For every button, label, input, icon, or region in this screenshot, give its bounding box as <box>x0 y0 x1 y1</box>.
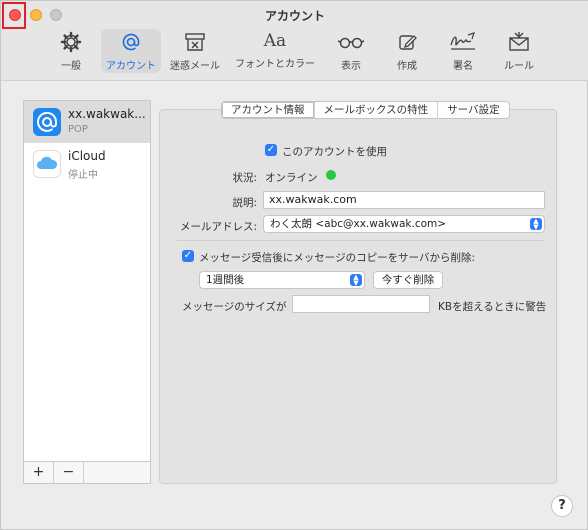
window-title: アカウント <box>264 9 325 23</box>
toolbar-fonts[interactable]: Aa フォントとカラー <box>231 29 319 73</box>
account-name: iCloud <box>68 149 106 163</box>
gear-icon <box>49 31 93 55</box>
account-name: xx.wakwak... <box>68 107 146 121</box>
help-button[interactable]: ? <box>551 495 573 517</box>
junk-icon <box>167 31 223 55</box>
at-icon <box>101 31 161 55</box>
settings-tabs: アカウント情報 メールボックスの特性 サーバ設定 <box>221 101 510 119</box>
remove-copy-checkbox[interactable]: ✓ <box>182 250 194 262</box>
toolbar-viewing[interactable]: 表示 <box>329 29 373 73</box>
font-icon: Aa <box>263 31 287 51</box>
toolbar-rules-label: ルール <box>504 61 534 72</box>
at-mail-icon <box>33 108 61 136</box>
preferences-window: アカウント 一般 アカウント 迷惑メール Aa フォントとカラー 表示 作成 署… <box>0 0 588 530</box>
remove-now-button[interactable]: 今すぐ削除 <box>373 271 443 289</box>
status-value: オンライン <box>265 172 318 184</box>
description-field[interactable]: xx.wakwak.com <box>263 191 545 209</box>
account-list: xx.wakwak... POP iCloud 停止中 + − <box>23 100 151 484</box>
add-account-button[interactable]: + <box>24 462 54 483</box>
popup-arrows-icon: ▲ ▼ <box>530 218 542 231</box>
toolbar-viewing-label: 表示 <box>341 61 361 72</box>
enable-account-checkbox[interactable]: ✓ <box>265 144 277 156</box>
status-label: 状況: <box>232 172 257 184</box>
remove-account-button[interactable]: − <box>54 462 84 483</box>
tab-server-settings[interactable]: サーバ設定 <box>438 102 509 118</box>
toolbar-general-label: 一般 <box>61 61 81 72</box>
toolbar-accounts[interactable]: アカウント <box>101 29 161 73</box>
tab-mailbox-behaviors[interactable]: メールボックスの特性 <box>314 102 439 118</box>
popup-arrows-icon: ▲ ▼ <box>350 274 362 287</box>
toolbar-signatures[interactable]: 署名 <box>439 29 487 73</box>
compose-icon <box>385 31 429 55</box>
description-label: 説明: <box>232 197 257 209</box>
account-type: POP <box>68 124 88 135</box>
account-item-wakwak[interactable]: xx.wakwak... POP <box>24 101 150 143</box>
account-list-footer: + − <box>24 461 150 483</box>
remove-after-value: 1週間後 <box>206 274 245 286</box>
divider <box>177 240 545 241</box>
toolbar-signatures-label: 署名 <box>453 61 473 72</box>
toolbar-accounts-label: アカウント <box>106 61 156 72</box>
toolbar-composing[interactable]: 作成 <box>385 29 429 73</box>
toolbar-junk[interactable]: 迷惑メール <box>167 29 223 73</box>
titlebar: アカウント 一般 アカウント 迷惑メール Aa フォントとカラー 表示 作成 署… <box>1 1 588 81</box>
message-size-field[interactable] <box>292 295 430 313</box>
rules-icon <box>495 31 543 55</box>
online-status-dot <box>326 170 336 180</box>
enable-account-label: このアカウントを使用 <box>282 146 387 158</box>
toolbar-junk-label: 迷惑メール <box>170 61 220 72</box>
email-address-popup[interactable]: わく太朗 <abc@xx.wakwak.com> ▲ ▼ <box>263 215 545 233</box>
tab-account-info[interactable]: アカウント情報 <box>222 102 315 118</box>
remove-after-popup[interactable]: 1週間後 ▲ ▼ <box>199 271 365 289</box>
account-item-icloud[interactable]: iCloud 停止中 <box>24 143 150 185</box>
toolbar-composing-label: 作成 <box>397 61 417 72</box>
message-size-label: メッセージのサイズが <box>182 301 287 313</box>
toolbar-fonts-label: フォントとカラー <box>235 59 315 70</box>
toolbar-rules[interactable]: ルール <box>495 29 543 73</box>
signature-icon <box>439 31 487 55</box>
email-address-value: わく太朗 <abc@xx.wakwak.com> <box>270 218 447 230</box>
toolbar-general[interactable]: 一般 <box>49 29 93 73</box>
icloud-icon <box>33 150 61 178</box>
message-size-suffix: KBを超えるときに警告 <box>438 301 547 313</box>
account-status: 停止中 <box>68 170 98 181</box>
email-address-label: メールアドレス: <box>179 221 257 233</box>
glasses-icon <box>329 31 373 55</box>
remove-copy-label: メッセージ受信後にメッセージのコピーをサーバから削除: <box>199 252 476 264</box>
